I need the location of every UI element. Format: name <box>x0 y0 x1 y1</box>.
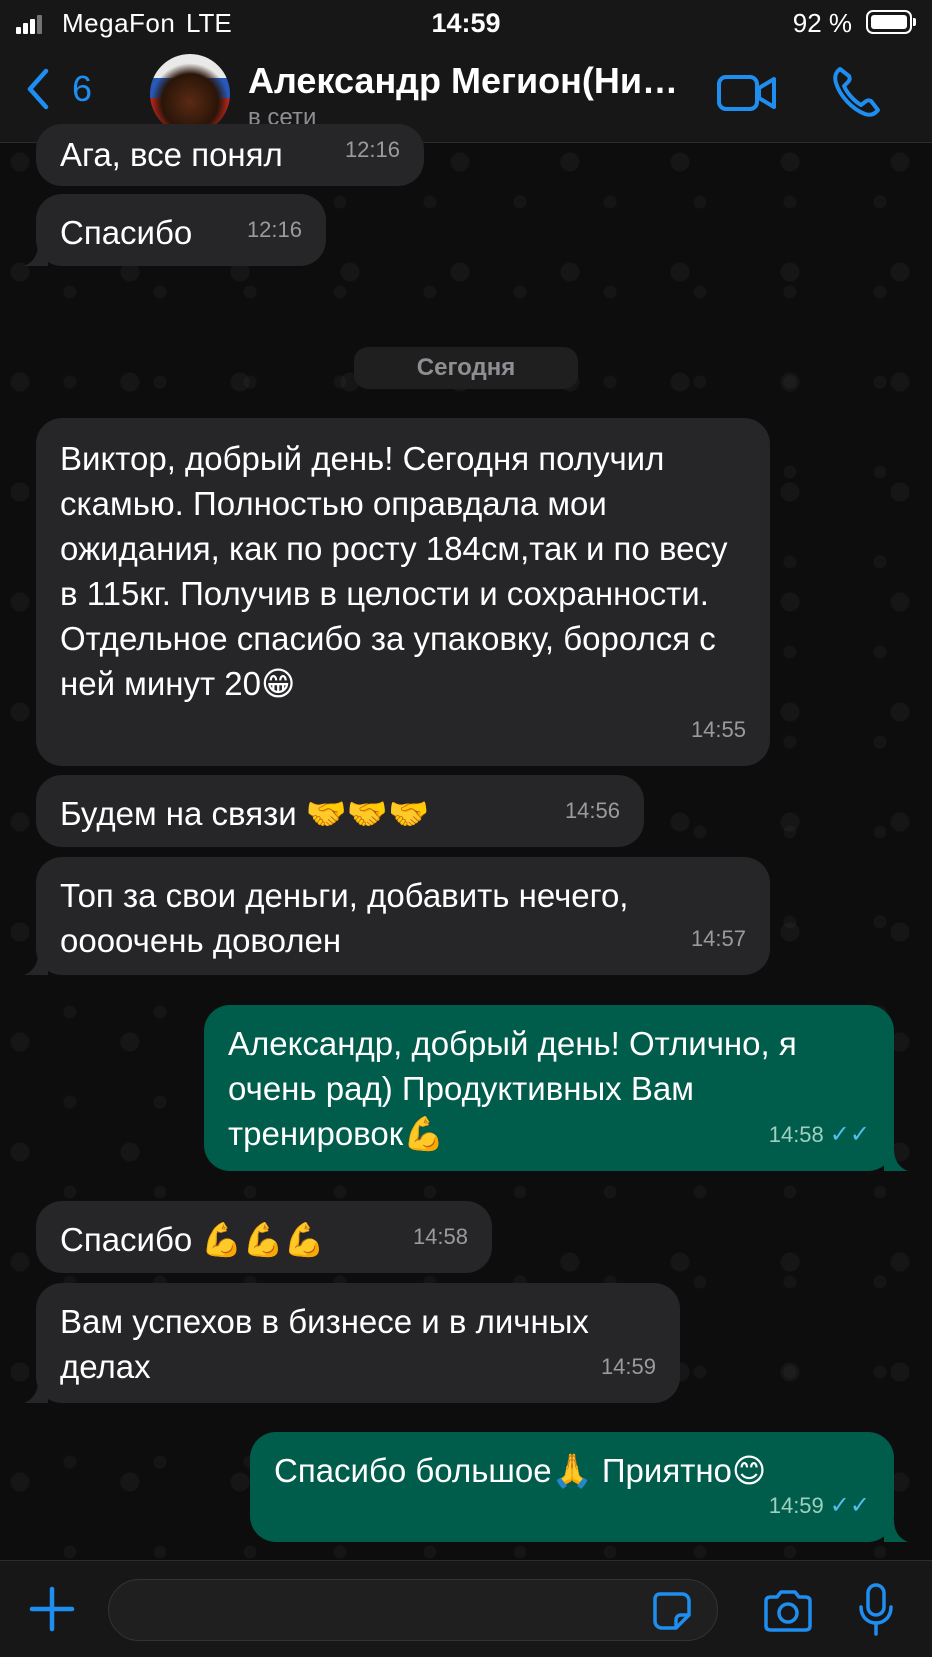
message-time: 14:59 ✓✓ <box>768 1492 870 1519</box>
bubble-tail <box>884 1149 908 1171</box>
message-time: 12:16 <box>246 217 302 242</box>
message-bubble-outgoing[interactable]: Спасибо большое🙏 Приятно😊 14:59 ✓✓ <box>250 1432 908 1542</box>
message-text: Вам успехов в бизнесе и в личных делах <box>60 1303 589 1385</box>
message-text: Спасибо <box>60 214 193 251</box>
message-text: Виктор, добрый день! Сегодня получил ска… <box>60 440 728 702</box>
plus-icon[interactable] <box>28 1585 76 1633</box>
bubble-tail <box>884 1520 908 1542</box>
message-text: Топ за свои деньги, добавить нечего, ооо… <box>60 877 629 959</box>
message-time: 14:58 ✓✓ <box>768 1121 870 1148</box>
message-text: Ага, все понял <box>60 136 283 173</box>
message-bubble[interactable]: Ага, все понял 12:16 <box>36 124 424 186</box>
message-input[interactable] <box>108 1579 718 1641</box>
message-time: 12:16 <box>344 137 400 162</box>
composer-bar <box>0 1560 932 1657</box>
bubble-tail <box>24 244 48 266</box>
message-text: Спасибо 💪💪💪 <box>60 1221 325 1258</box>
battery-icon <box>866 10 916 34</box>
status-bar: MegaFon LTE 14:59 92 % <box>0 0 932 46</box>
message-time: 14:58 <box>412 1224 468 1249</box>
message-text: Александр, добрый день! Отлично, я очень… <box>228 1025 797 1152</box>
message-text: Будем на связи 🤝🤝🤝 <box>60 795 430 832</box>
read-ticks-icon: ✓✓ <box>829 1492 870 1519</box>
unread-chats-count: 6 <box>72 68 93 109</box>
camera-icon[interactable] <box>762 1589 814 1633</box>
phone-icon[interactable] <box>830 64 882 120</box>
message-bubble[interactable]: Спасибо 12:16 <box>24 194 326 266</box>
message-time: 14:57 <box>690 926 746 951</box>
message-bubble[interactable]: Топ за свои деньги, добавить нечего, ооо… <box>24 857 770 975</box>
video-call-icon[interactable] <box>716 68 778 118</box>
bubble-tail <box>24 953 48 975</box>
message-bubble[interactable]: Спасибо 💪💪💪 14:58 <box>36 1201 492 1273</box>
message-bubble[interactable]: Будем на связи 🤝🤝🤝 14:56 <box>36 775 644 847</box>
message-time: 14:56 <box>564 798 620 823</box>
sticker-icon[interactable] <box>652 1591 692 1631</box>
message-bubble[interactable]: Виктор, добрый день! Сегодня получил ска… <box>36 418 770 766</box>
back-button[interactable]: 6 <box>24 64 92 114</box>
avatar[interactable] <box>150 54 230 134</box>
read-ticks-icon: ✓✓ <box>829 1121 870 1148</box>
battery-percentage: 92 % <box>792 8 852 38</box>
microphone-icon[interactable] <box>858 1583 894 1637</box>
message-time: 14:55 <box>690 717 746 742</box>
bubble-tail <box>24 1381 48 1403</box>
message-time: 14:59 <box>600 1354 656 1379</box>
message-bubble-outgoing[interactable]: Александр, добрый день! Отлично, я очень… <box>204 1005 908 1171</box>
back-chevron-icon <box>27 68 49 110</box>
date-separator: Сегодня <box>354 347 578 389</box>
message-text: Спасибо большое🙏 Приятно😊 <box>274 1452 767 1489</box>
message-bubble[interactable]: Вам успехов в бизнесе и в личных делах 1… <box>24 1283 680 1403</box>
contact-name[interactable]: Александр Мегион(Ни… <box>248 60 688 102</box>
